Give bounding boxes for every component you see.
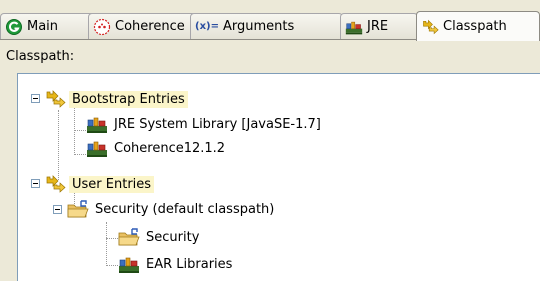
library-icon [118, 257, 140, 274]
tree-connector [58, 110, 59, 180]
coherence-icon [93, 18, 111, 35]
tab-main-label: Main [27, 19, 59, 34]
classpath-tree[interactable]: Bootstrap Entries JRE System Library [Ja… [17, 73, 540, 281]
tab-arguments[interactable]: (x)= Arguments [190, 13, 343, 39]
tree-node-label: EAR Libraries [146, 256, 233, 272]
tree-node-security-folder[interactable]: Security [118, 226, 202, 248]
project-folder-icon [67, 200, 89, 218]
tab-jre-label: JRE [367, 19, 389, 34]
tree-node-label: JRE System Library [JavaSE-1.7] [114, 116, 321, 132]
classpath-heading: Classpath: [6, 49, 75, 64]
project-folder-icon [118, 228, 140, 246]
library-icon [86, 141, 108, 158]
jre-library-icon [345, 21, 363, 35]
main-launch-icon [6, 18, 22, 35]
tab-coherence-label: Coherence [115, 19, 185, 34]
collapse-toggle-user-entries[interactable] [31, 179, 40, 188]
tree-node-label: Bootstrap Entries [69, 90, 188, 108]
classpath-entries-icon [46, 175, 66, 193]
classpath-entries-icon [46, 90, 66, 108]
tab-coherence[interactable]: Coherence [88, 13, 196, 39]
tree-node-bootstrap-entries[interactable]: Bootstrap Entries [44, 88, 188, 110]
tree-node-label: Security [146, 229, 200, 245]
arguments-icon: (x)= [195, 21, 219, 32]
tree-node-jre-system-library[interactable]: JRE System Library [JavaSE-1.7] [86, 113, 324, 135]
launch-config-tab-bar: Main Coherence (x)= Arguments JRE Classp… [0, 0, 540, 41]
tree-node-label: Coherence12.1.2 [114, 140, 226, 156]
collapse-toggle-bootstrap[interactable] [31, 94, 40, 103]
library-icon [86, 117, 108, 134]
tree-connector [106, 222, 107, 266]
tab-jre[interactable]: JRE [340, 13, 418, 39]
collapse-toggle-security-project[interactable] [53, 205, 62, 214]
tab-main[interactable]: Main [0, 13, 96, 39]
tab-classpath-label: Classpath [443, 19, 507, 34]
tree-node-user-entries[interactable]: User Entries [44, 173, 155, 195]
tree-connector [106, 238, 118, 239]
tab-arguments-label: Arguments [222, 19, 295, 34]
tree-node-label: User Entries [69, 175, 155, 193]
tree-node-security-project[interactable]: Security (default classpath) [67, 198, 277, 220]
classpath-icon [423, 19, 439, 34]
tab-classpath[interactable]: Classpath [416, 11, 540, 41]
tree-connector [106, 265, 118, 266]
tree-node-label: Security (default classpath) [95, 201, 275, 217]
tree-node-coherence-library[interactable]: Coherence12.1.2 [86, 137, 228, 159]
tree-node-ear-libraries[interactable]: EAR Libraries [118, 253, 235, 275]
